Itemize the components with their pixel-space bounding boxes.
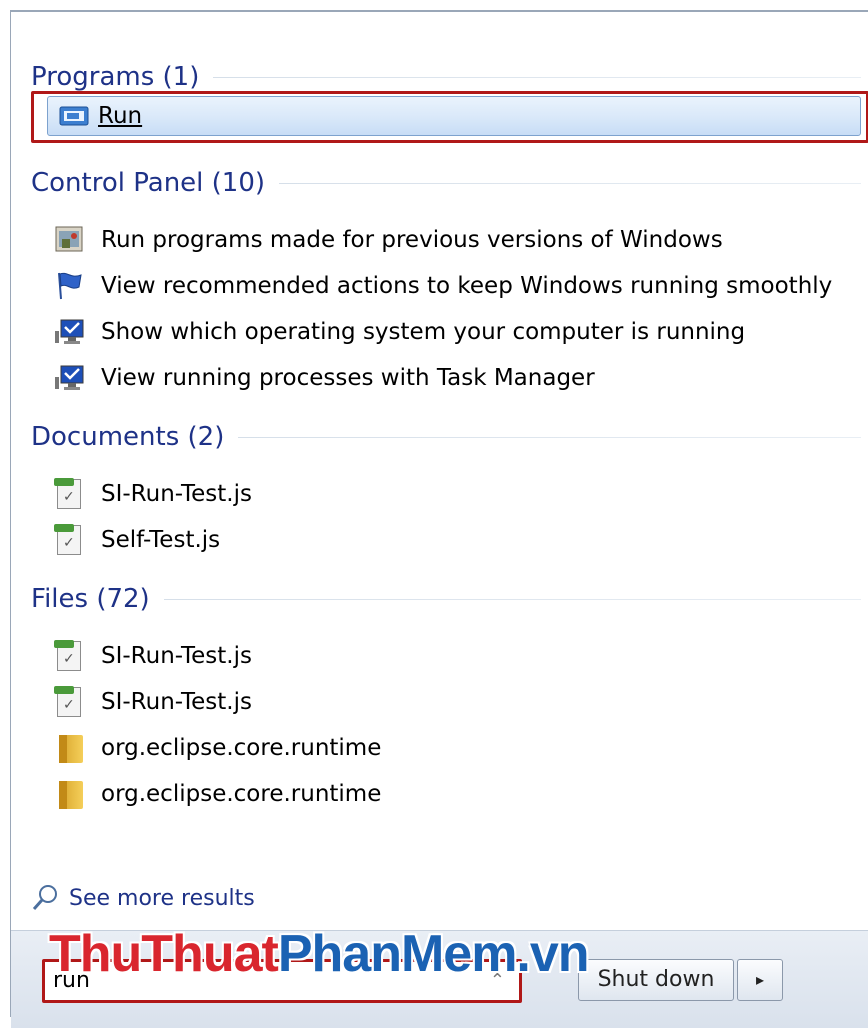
file-item[interactable]: SI-Run-Test.js — [53, 684, 252, 720]
control-panel-item-label: View recommended actions to keep Windows… — [101, 273, 833, 299]
programs-header: Programs (1) — [31, 60, 861, 94]
documents-header-label: Documents (2) — [31, 422, 225, 452]
control-panel-item-os-info[interactable]: Show which operating system your compute… — [53, 314, 745, 350]
control-panel-header: Control Panel (10) — [31, 166, 861, 200]
header-divider — [279, 182, 861, 184]
watermark-logo: ThuThuatPhanMem.vn — [49, 924, 590, 984]
control-panel-item-compatibility[interactable]: Run programs made for previous versions … — [53, 222, 723, 258]
documents-header: Documents (2) — [31, 420, 861, 454]
file-item[interactable]: org.eclipse.core.runtime — [53, 776, 381, 812]
script-file-icon — [53, 686, 87, 717]
programs-header-label: Programs (1) — [31, 62, 200, 92]
shutdown-options-arrow-icon[interactable]: ▸ — [737, 959, 783, 1001]
file-item[interactable]: org.eclipse.core.runtime — [53, 730, 381, 766]
watermark-part1: ThuThuat — [49, 925, 279, 983]
header-divider — [163, 598, 861, 600]
system-monitor-icon — [53, 317, 87, 347]
control-panel-item-label: Run programs made for previous versions … — [101, 227, 723, 253]
file-item-label: SI-Run-Test.js — [101, 689, 252, 715]
header-divider — [213, 76, 861, 78]
folder-icon — [53, 733, 87, 763]
document-item-label: Self-Test.js — [101, 527, 221, 553]
control-panel-header-label: Control Panel (10) — [31, 168, 266, 198]
run-icon — [59, 106, 89, 126]
control-panel-item-task-manager[interactable]: View running processes with Task Manager — [53, 360, 595, 396]
files-header: Files (72) — [31, 582, 861, 616]
files-header-label: Files (72) — [31, 584, 150, 614]
document-item[interactable]: SI-Run-Test.js — [53, 476, 252, 512]
document-item-label: SI-Run-Test.js — [101, 481, 252, 507]
script-file-icon — [53, 640, 87, 671]
file-item-label: org.eclipse.core.runtime — [101, 735, 382, 761]
start-menu-search-results: Programs (1) Run Control Panel (10) Run … — [10, 10, 868, 1028]
file-item-label: org.eclipse.core.runtime — [101, 781, 382, 807]
program-item-run[interactable]: Run — [47, 96, 861, 136]
header-divider — [238, 436, 861, 438]
see-more-results-label: See more results — [69, 885, 255, 911]
system-monitor-icon — [53, 363, 87, 393]
compatibility-icon — [53, 225, 87, 255]
control-panel-item-recommended-actions[interactable]: View recommended actions to keep Windows… — [53, 268, 832, 304]
shutdown-button[interactable]: Shut down — [578, 959, 734, 1001]
file-item-label: SI-Run-Test.js — [101, 643, 252, 669]
action-center-flag-icon — [53, 271, 87, 301]
document-item[interactable]: Self-Test.js — [53, 522, 220, 558]
see-more-results-link[interactable]: See more results — [31, 880, 255, 916]
file-item[interactable]: SI-Run-Test.js — [53, 638, 252, 674]
watermark-part2: PhanMem.vn — [277, 925, 590, 983]
script-file-icon — [53, 524, 87, 555]
control-panel-item-label: Show which operating system your compute… — [101, 319, 746, 345]
script-file-icon — [53, 478, 87, 509]
search-icon — [32, 885, 57, 910]
control-panel-item-label: View running processes with Task Manager — [101, 365, 595, 391]
run-label: Run — [98, 103, 143, 129]
folder-icon — [53, 779, 87, 809]
